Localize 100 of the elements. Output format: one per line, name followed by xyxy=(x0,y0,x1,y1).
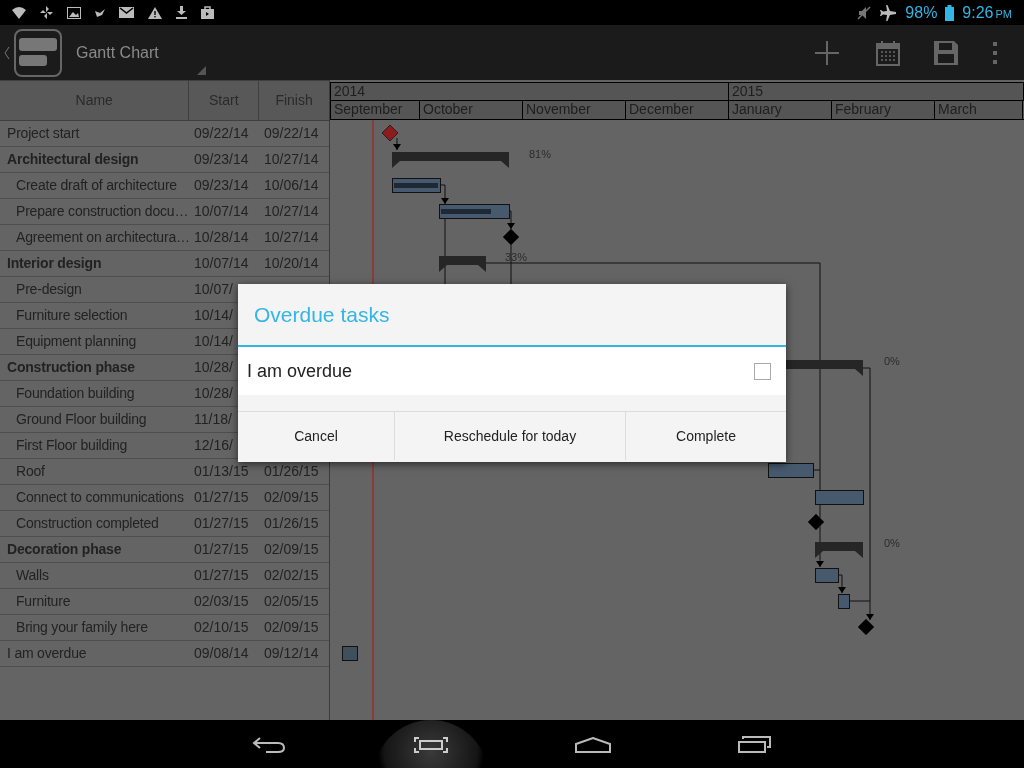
mute-icon xyxy=(857,5,872,20)
start-date: 01/13/15 xyxy=(193,462,250,481)
calendar-icon[interactable] xyxy=(876,39,900,66)
task-name: Agreement on architectura… xyxy=(15,228,188,247)
task-name: Bring your family here xyxy=(15,618,149,637)
mail-icon xyxy=(119,7,134,18)
task-name: First Floor building xyxy=(15,436,129,455)
back-icon[interactable] xyxy=(252,736,286,754)
start-date: 09/23/14 xyxy=(193,176,250,195)
start-date: 01/27/15 xyxy=(193,514,250,533)
image-icon xyxy=(67,6,81,19)
finish-date: 10/27/14 xyxy=(263,228,320,247)
clock-time: 9:26 xyxy=(962,2,994,23)
item-label: I am overdue xyxy=(247,359,353,383)
start-date: 10/14/ xyxy=(193,306,233,325)
task-name: Pre-design xyxy=(15,280,83,299)
start-date: 12/16/ xyxy=(193,436,233,455)
task-name: Ground Floor building xyxy=(15,410,148,429)
task-name: Furniture xyxy=(15,592,72,611)
start-date: 10/14/ xyxy=(193,332,233,351)
task-bar xyxy=(815,568,839,583)
start-date: 01/27/15 xyxy=(193,540,250,559)
up-caret-icon[interactable] xyxy=(4,45,10,60)
finish-date: 02/09/15 xyxy=(263,488,320,507)
start-date: 10/07/14 xyxy=(193,202,250,221)
summary-bar xyxy=(439,256,486,272)
milestone-marker xyxy=(857,618,875,636)
month-label: January xyxy=(729,101,832,119)
start-date: 09/22/14 xyxy=(193,124,250,143)
summary-bar xyxy=(815,542,863,558)
start-date: 09/08/14 xyxy=(193,644,250,663)
finish-date: 02/05/15 xyxy=(263,592,320,611)
clock-meridiem: PM xyxy=(995,6,1012,22)
start-date: 10/28/14 xyxy=(193,228,250,247)
start-date: 01/27/15 xyxy=(193,566,250,585)
start-date: 10/07/14 xyxy=(193,254,250,273)
task-bar xyxy=(768,463,814,478)
finish-date: 10/27/14 xyxy=(263,150,320,169)
checkbox[interactable] xyxy=(754,362,771,380)
finish-date: 02/02/15 xyxy=(263,566,320,585)
dialog-button[interactable]: Complete xyxy=(625,412,786,460)
finish-date: 10/20/14 xyxy=(263,254,320,273)
download-icon xyxy=(176,6,187,19)
task-name: Furniture selection xyxy=(15,306,129,325)
task-name: Architectural design xyxy=(6,150,140,169)
finish-date: 02/09/15 xyxy=(263,618,320,637)
screenshot-icon[interactable] xyxy=(414,737,448,753)
list-item[interactable]: I am overdue xyxy=(238,347,786,395)
task-name: Construction completed xyxy=(15,514,160,533)
task-name: Prepare construction docu… xyxy=(15,202,188,221)
finish-date: 10/06/14 xyxy=(263,176,320,195)
milestone-marker xyxy=(807,513,825,531)
recent-apps-icon[interactable] xyxy=(738,735,772,753)
task-name: Construction phase xyxy=(6,358,136,377)
milestone-marker xyxy=(381,124,399,142)
start-date: 09/23/14 xyxy=(193,150,250,169)
wifi-icon xyxy=(12,6,26,19)
pinwheel-icon xyxy=(40,6,53,19)
home-icon[interactable] xyxy=(575,737,611,753)
save-icon[interactable] xyxy=(934,40,958,65)
bag-icon xyxy=(201,6,214,19)
task-name: Equipment planning xyxy=(15,332,138,351)
start-date: 10/07/ xyxy=(193,280,233,299)
battery-icon xyxy=(945,4,955,21)
battery-percent: 98% xyxy=(905,2,938,23)
month-label: October xyxy=(420,101,523,119)
finish-date: 10/27/14 xyxy=(263,202,320,221)
finish-date: 09/22/14 xyxy=(263,124,320,143)
start-date: 02/03/15 xyxy=(193,592,250,611)
start-date: 01/27/15 xyxy=(193,488,250,507)
task-bar xyxy=(342,646,358,661)
start-date: 11/18/ xyxy=(193,410,232,429)
app-title: Gantt Chart xyxy=(76,42,159,63)
month-label: November xyxy=(523,101,626,119)
task-name: Walls xyxy=(15,566,50,585)
task-name: Decoration phase xyxy=(6,540,123,559)
task-bar xyxy=(838,594,850,609)
year-label: 2015 xyxy=(729,83,1024,100)
warning-icon xyxy=(148,6,162,19)
milestone-marker xyxy=(502,228,520,246)
year-label: 2014 xyxy=(331,83,729,100)
task-name: Roof xyxy=(15,462,46,481)
title-spinner[interactable]: Gantt Chart xyxy=(76,28,206,77)
progress-fill xyxy=(394,183,438,188)
start-date: 10/28/ xyxy=(193,384,233,403)
task-name: Project start xyxy=(6,124,81,143)
app-icon[interactable] xyxy=(14,28,62,77)
task-bar xyxy=(815,490,864,505)
progress-fill xyxy=(441,209,491,214)
finish-date: 09/12/14 xyxy=(263,644,320,663)
task-name: Foundation building xyxy=(15,384,136,403)
airplane-icon xyxy=(879,4,898,21)
overflow-menu-icon[interactable] xyxy=(992,40,998,65)
task-name: Connect to communications xyxy=(15,488,185,507)
task-name: Create draft of architecture xyxy=(15,176,178,195)
dropdown-corner-icon xyxy=(197,65,206,75)
month-label: March xyxy=(935,101,1023,119)
dialog-title: Overdue tasks xyxy=(254,301,390,328)
start-date: 10/28/ xyxy=(193,358,233,377)
start-date: 02/10/15 xyxy=(193,618,250,637)
